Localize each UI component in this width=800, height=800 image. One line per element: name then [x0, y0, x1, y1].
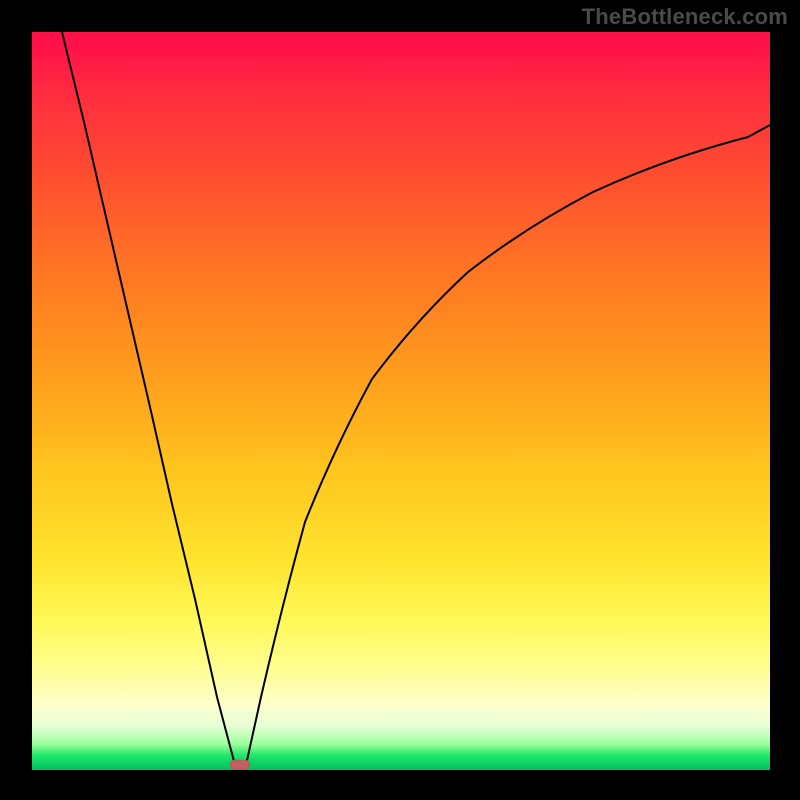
- chart-frame: TheBottleneck.com: [0, 0, 800, 800]
- right-branch-curve: [246, 125, 770, 765]
- watermark-text: TheBottleneck.com: [582, 4, 788, 30]
- left-branch-line: [62, 32, 235, 765]
- curve-svg: [32, 32, 770, 770]
- minimum-marker: [230, 760, 250, 769]
- curve-group: [62, 32, 770, 769]
- plot-area: [32, 32, 770, 770]
